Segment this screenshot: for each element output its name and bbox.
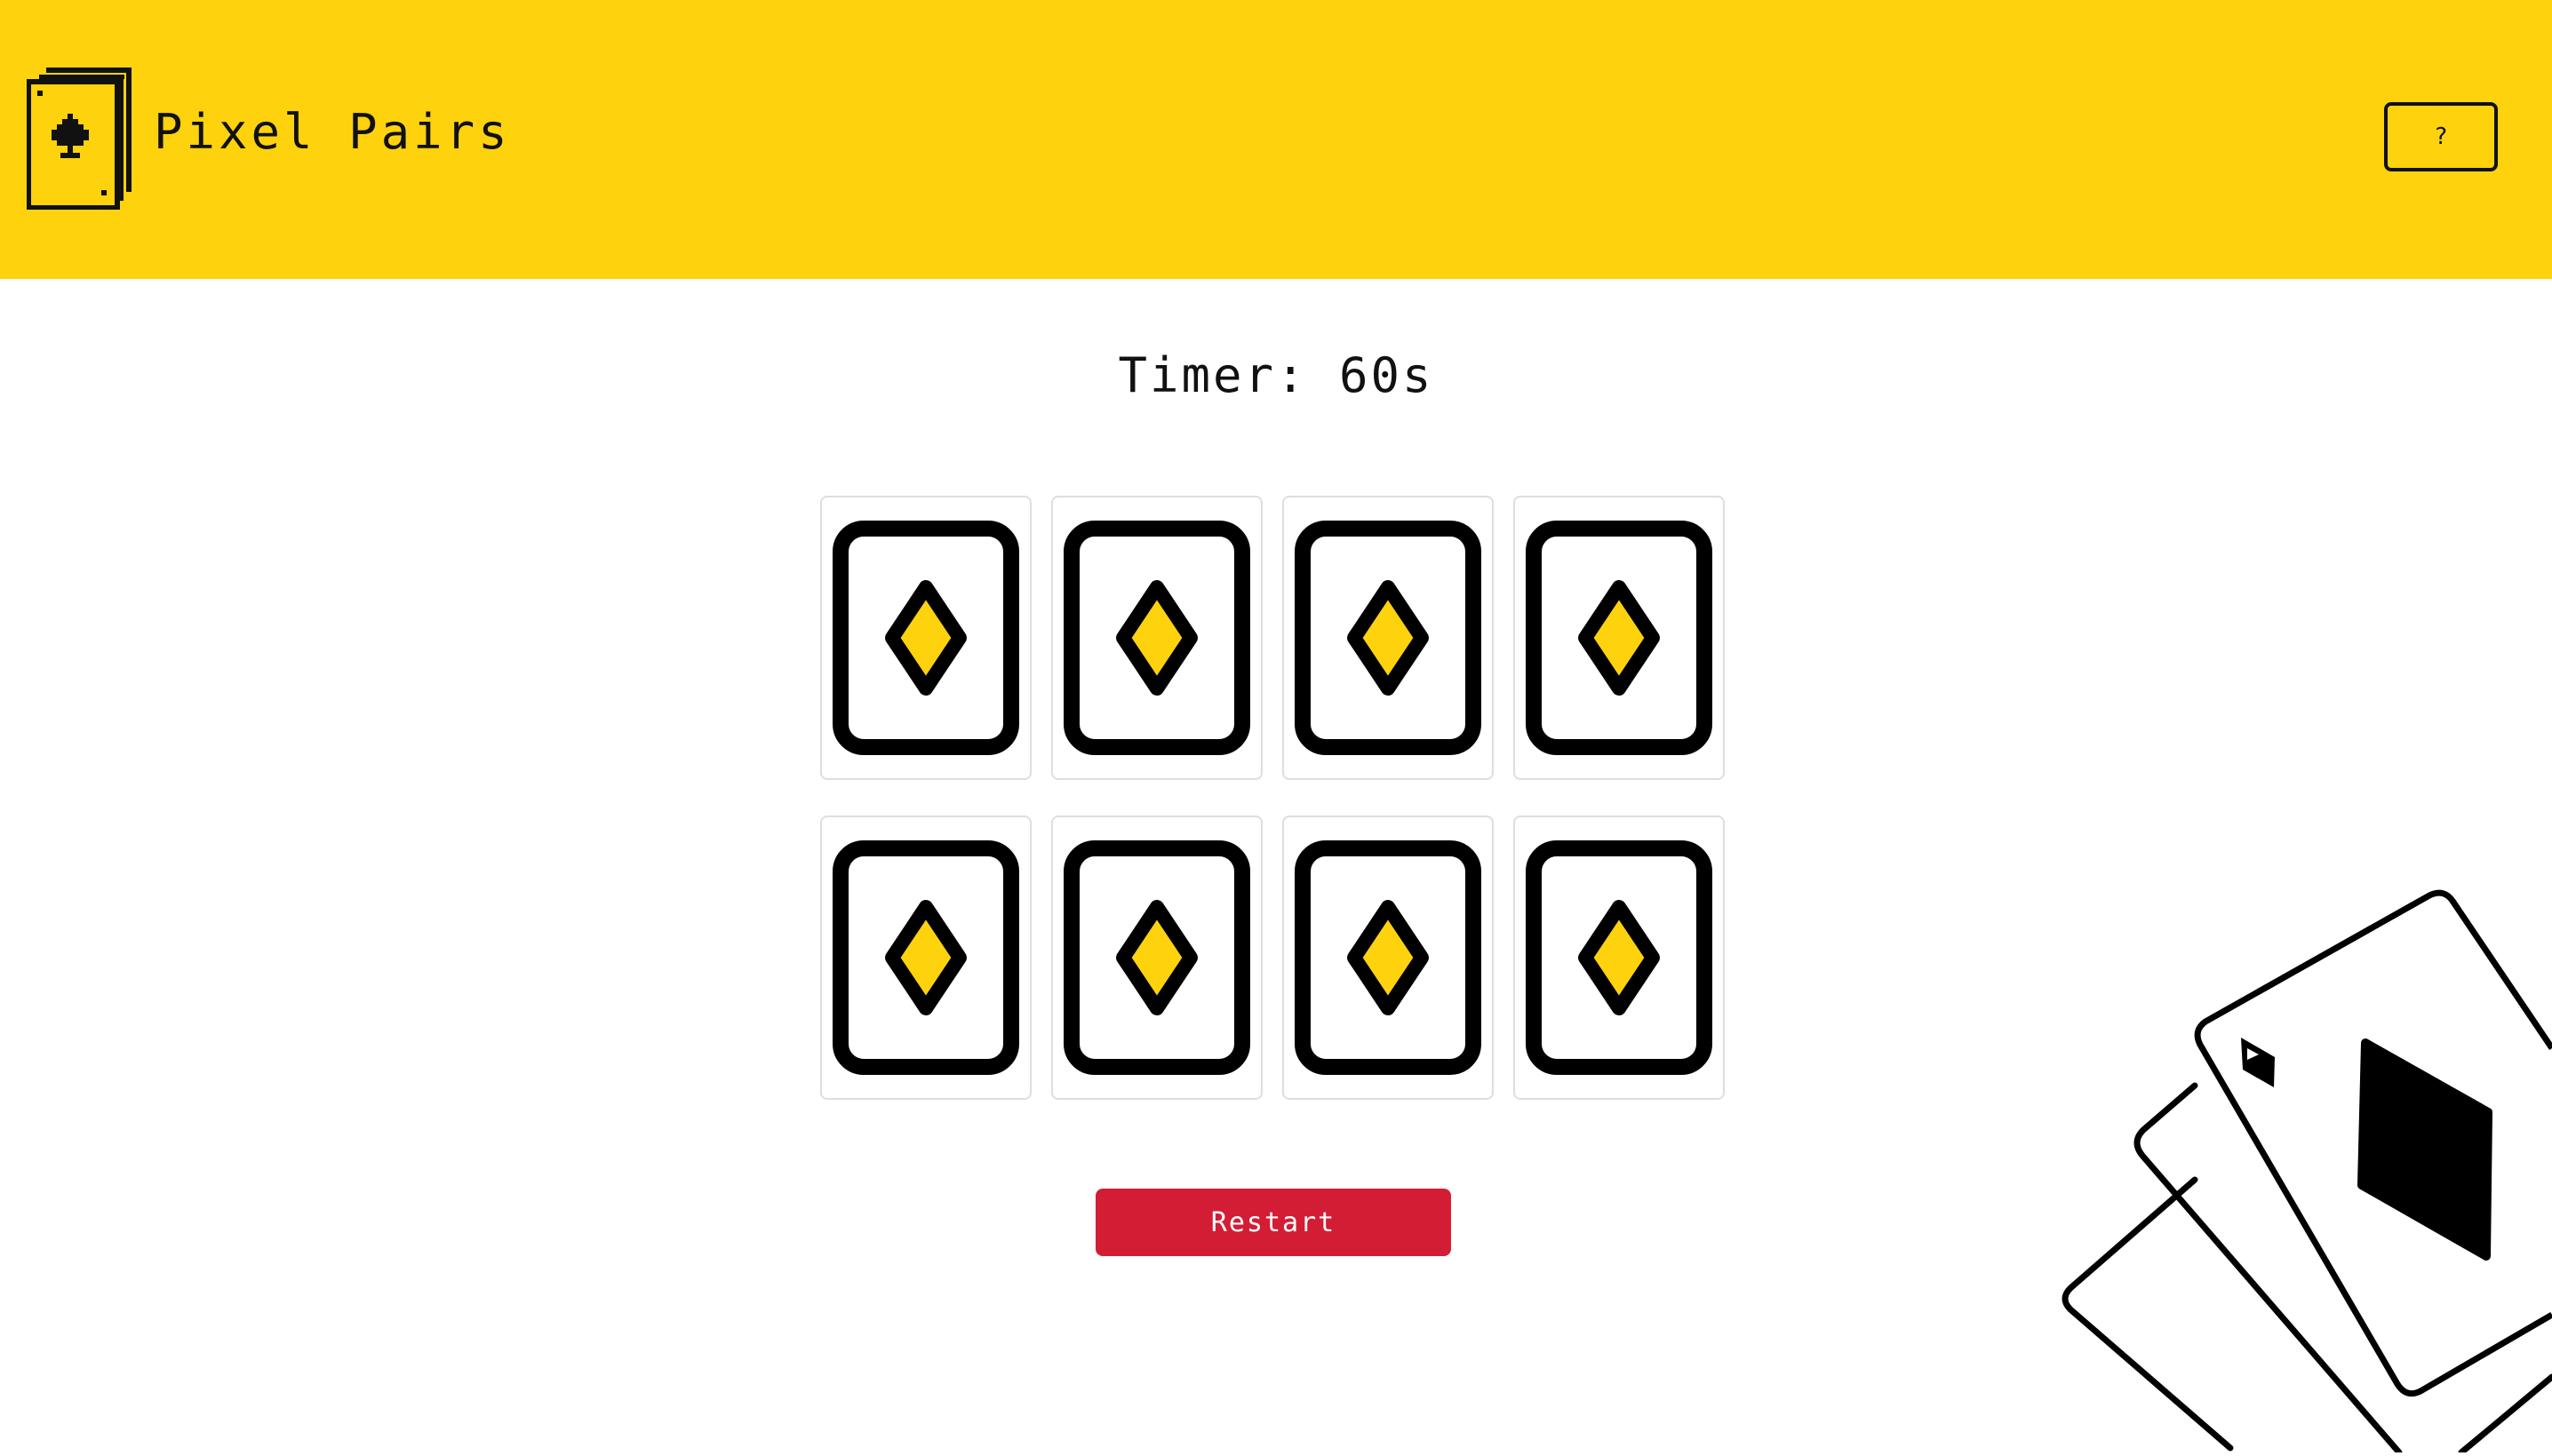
memory-card[interactable]: [1282, 816, 1494, 1100]
diamond-card-back-icon: [1064, 521, 1250, 755]
memory-card[interactable]: [1513, 496, 1725, 780]
memory-card[interactable]: [1051, 496, 1263, 780]
timer-display: Timer: 60s: [1118, 347, 1434, 403]
memory-card[interactable]: [1513, 816, 1725, 1100]
memory-card[interactable]: [820, 496, 1032, 780]
diamond-card-back-icon: [833, 840, 1019, 1075]
memory-card[interactable]: [820, 816, 1032, 1100]
app-header: Pixel Pairs ?: [0, 0, 2552, 279]
pixel-card-spade-icon: [26, 64, 139, 211]
app-title: Pixel Pairs: [154, 104, 511, 160]
restart-button[interactable]: Restart: [1096, 1189, 1451, 1256]
diamond-card-back-icon: [1295, 521, 1481, 755]
card-grid: [820, 496, 1727, 1100]
help-button[interactable]: ?: [2384, 102, 2498, 171]
diamond-card-back-icon: [1295, 840, 1481, 1075]
diamond-card-back-icon: [1526, 521, 1712, 755]
diamond-card-back-icon: [833, 521, 1019, 755]
diamond-card-back-icon: [1526, 840, 1712, 1075]
memory-card[interactable]: [1051, 816, 1263, 1100]
diamond-card-back-icon: [1064, 840, 1250, 1075]
memory-card[interactable]: [1282, 496, 1494, 780]
playing-cards-fan-icon: [2044, 879, 2552, 1456]
